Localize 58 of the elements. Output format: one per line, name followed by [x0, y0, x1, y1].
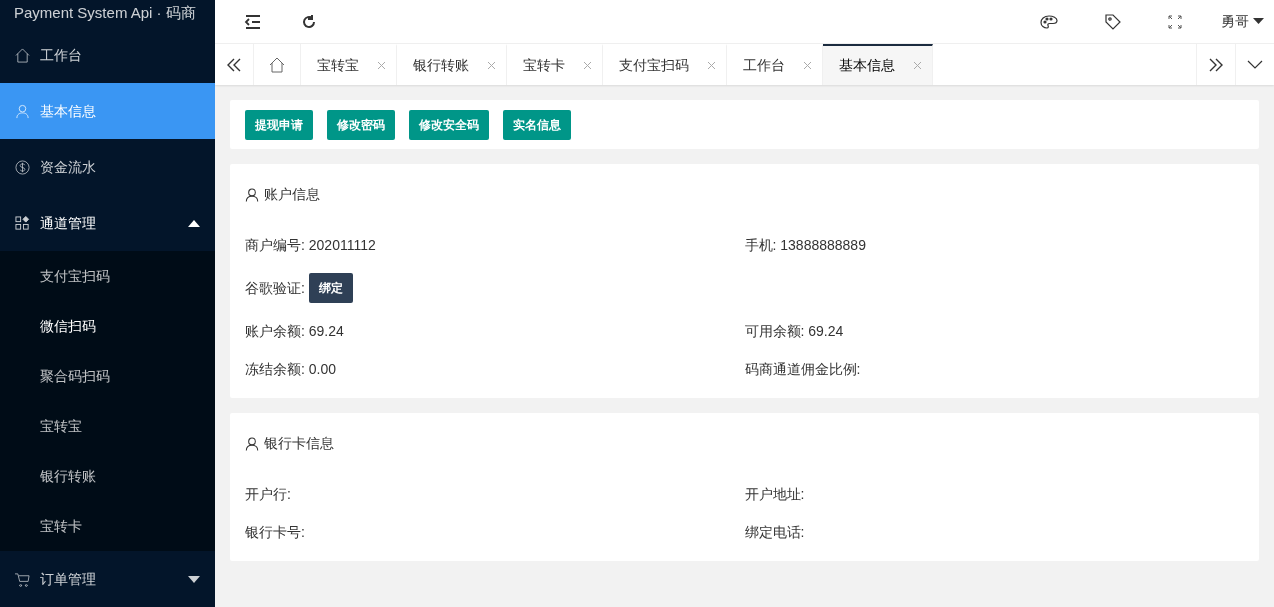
field-text: 银行卡号:: [245, 522, 305, 542]
tab[interactable]: 基本信息: [823, 44, 933, 85]
app-title: Payment System Api · 码商: [13, 3, 197, 24]
tab[interactable]: 银行转账: [397, 44, 507, 85]
caret-icon: [188, 575, 200, 583]
tab-label[interactable]: 工作台: [743, 55, 785, 76]
action-button[interactable]: 修改密码: [327, 109, 395, 140]
field-text: 冻结余额: 0.00: [245, 359, 337, 379]
dollar-icon: [15, 159, 30, 175]
field-text: 码商通道佣金比例:: [744, 359, 861, 379]
tab[interactable]: 支付宝扫码: [603, 44, 727, 85]
submenu-item[interactable]: 聚合码扫码: [0, 351, 215, 401]
cart-icon: [15, 571, 30, 587]
field-text: 账户余额: 69.24: [245, 321, 344, 341]
submenu-item[interactable]: 支付宝扫码: [0, 251, 215, 301]
caret-icon: [188, 219, 200, 227]
section-title: 银行卡信息: [264, 434, 334, 453]
field-text: 可用余额: 69.24: [744, 321, 844, 341]
field-text: 谷歌验证:: [245, 278, 305, 298]
tab-label[interactable]: 宝转宝: [317, 55, 359, 76]
field-text: 开户地址:: [744, 484, 805, 504]
tab[interactable]: 宝转卡: [507, 44, 603, 85]
sidebar-item[interactable]: 工作台: [0, 27, 215, 83]
field-text: 商户编号: 202011112: [245, 235, 376, 255]
field-text: 绑定电话:: [744, 522, 805, 542]
submenu-item[interactable]: 微信扫码: [0, 301, 215, 351]
submenu-item[interactable]: 宝转宝: [0, 401, 215, 451]
sidebar-item[interactable]: 资金流水: [0, 139, 215, 195]
grid-icon: [15, 215, 30, 231]
tab-label[interactable]: 支付宝扫码: [619, 55, 689, 76]
home-icon: [15, 47, 30, 63]
sidebar-item[interactable]: 订单管理: [0, 551, 215, 607]
section-title: 账户信息: [264, 185, 320, 204]
action-button[interactable]: 提现申请: [245, 109, 313, 140]
tab-label[interactable]: 银行转账: [413, 55, 469, 76]
close-icon[interactable]: [583, 61, 592, 70]
fullscreen-icon[interactable]: [1167, 13, 1183, 30]
submenu-item[interactable]: 银行转账: [0, 451, 215, 501]
bind-button[interactable]: 绑定: [308, 273, 353, 303]
close-icon[interactable]: [707, 61, 716, 70]
user-icon: [15, 103, 30, 119]
close-icon[interactable]: [377, 61, 386, 70]
submenu-item[interactable]: 宝转卡: [0, 501, 215, 551]
tab-label[interactable]: 宝转卡: [523, 55, 565, 76]
user-menu[interactable]: 勇哥: [1221, 11, 1264, 32]
close-icon[interactable]: [803, 61, 812, 70]
tag-icon[interactable]: [1103, 11, 1123, 32]
action-button[interactable]: 实名信息: [503, 109, 571, 140]
tab-label[interactable]: 基本信息: [839, 55, 895, 76]
tab[interactable]: 宝转宝: [301, 44, 397, 85]
field-text: 手机: 13888888889: [744, 235, 866, 255]
caret-icon: [1253, 18, 1264, 25]
close-icon[interactable]: [913, 61, 922, 70]
close-icon[interactable]: [487, 61, 496, 70]
user-icon: [245, 436, 259, 451]
user-icon: [245, 187, 259, 202]
action-button[interactable]: 修改安全码: [409, 109, 489, 140]
field-text: 开户行:: [245, 484, 291, 504]
